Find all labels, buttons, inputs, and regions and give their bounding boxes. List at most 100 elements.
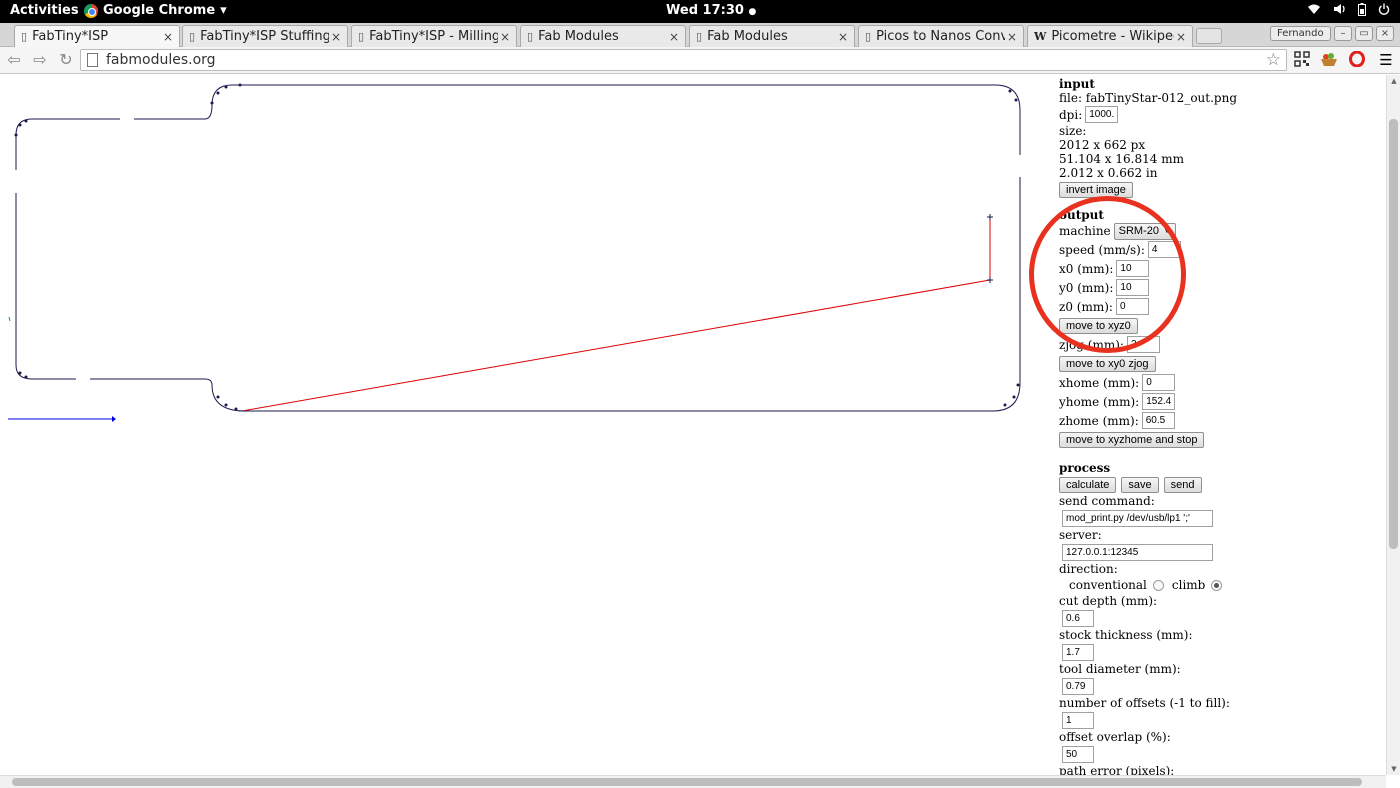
qr-code-extension-icon[interactable]	[1293, 51, 1311, 69]
scroll-up-arrow-icon[interactable]: ▲	[1389, 77, 1399, 85]
profile-button[interactable]: Fernando	[1270, 26, 1331, 41]
maximize-button[interactable]: ▭	[1355, 26, 1373, 41]
horizontal-scrollbar[interactable]	[0, 775, 1386, 788]
offsets-input[interactable]	[1062, 711, 1094, 729]
send-command-input[interactable]	[1062, 509, 1213, 527]
tab-title: FabTiny*ISP Stuffing	[200, 29, 329, 44]
move-to-xy0-zjog-button[interactable]: move to xy0 zjog	[1059, 355, 1156, 372]
x0-input[interactable]	[1116, 260, 1150, 277]
gnome-top-bar: Activities Google Chrome ▾ Wed 17:30 ●	[0, 0, 1400, 23]
file-label: file: fabTinyStar-012_out.png	[1059, 91, 1238, 105]
zhome-row: zhome (mm):	[1059, 411, 1379, 430]
move-to-xyz0-button[interactable]: move to xyz0	[1059, 317, 1138, 334]
wikipedia-icon: W	[1034, 30, 1047, 43]
tab-close-icon[interactable]: ×	[329, 30, 343, 44]
url-text: fabmodules.org	[106, 52, 216, 68]
tab-fabtiny-isp[interactable]: ▯ FabTiny*ISP ×	[14, 25, 180, 47]
menu-icon[interactable]: ☰	[1377, 51, 1395, 69]
machine-value: SRM-20	[1118, 225, 1159, 237]
tab-close-icon[interactable]: ×	[498, 30, 512, 44]
yhome-input[interactable]	[1142, 393, 1176, 410]
vertical-scrollbar[interactable]: ▲ ▼	[1386, 75, 1400, 775]
process-buttons: calculate save send	[1059, 475, 1379, 494]
zhome-input[interactable]	[1141, 412, 1175, 429]
speed-label: speed (mm/s):	[1059, 242, 1145, 257]
move-to-xyzhome-button[interactable]: move to xyzhome and stop	[1059, 431, 1205, 448]
wifi-icon	[1307, 3, 1321, 19]
clock-text: Wed 17:30	[666, 3, 744, 18]
fab-modules-panel: input file: fabTinyStar-012_out.png dpi:…	[1059, 77, 1379, 775]
tab-picos-to-nanos[interactable]: ▯ Picos to Nanos Conv ×	[858, 25, 1024, 47]
page-info-icon[interactable]	[87, 53, 98, 67]
tab-strip: ▯ FabTiny*ISP × ▯ FabTiny*ISP Stuffing ×…	[0, 23, 1400, 47]
zjog-input[interactable]	[1126, 336, 1160, 353]
back-icon[interactable]: ⇦	[4, 50, 24, 70]
tab-close-icon[interactable]: ×	[161, 30, 175, 44]
system-tray[interactable]	[1307, 3, 1390, 19]
calculate-button[interactable]: calculate	[1059, 476, 1117, 493]
tab-fabtiny-isp-stuffing[interactable]: ▯ FabTiny*ISP Stuffing ×	[182, 25, 348, 47]
page-icon: ▯	[358, 30, 365, 43]
yhome-label: yhome (mm):	[1059, 394, 1140, 409]
page-icon: ▯	[189, 30, 196, 43]
tab-fab-modules-1[interactable]: ▯ Fab Modules ×	[520, 25, 686, 47]
horizontal-scrollbar-thumb[interactable]	[12, 778, 1362, 786]
toolpath-canvas	[8, 83, 1021, 422]
activities-button[interactable]: Activities	[10, 3, 79, 18]
tab-close-icon[interactable]: ×	[1005, 30, 1019, 44]
tab-title: Fab Modules	[538, 29, 619, 44]
offset-overlap-input[interactable]	[1062, 745, 1094, 763]
server-input[interactable]	[1062, 543, 1213, 561]
close-window-button[interactable]: ×	[1376, 26, 1394, 41]
y0-row: y0 (mm):	[1059, 278, 1379, 297]
vertical-scrollbar-thumb[interactable]	[1389, 119, 1398, 549]
tab-close-icon[interactable]: ×	[1174, 30, 1188, 44]
rapid-move-line	[241, 279, 991, 412]
climb-radio[interactable]	[1211, 579, 1223, 591]
tab-title: FabTiny*ISP - Milling	[369, 29, 498, 44]
tab-fab-modules-2[interactable]: ▯ Fab Modules ×	[689, 25, 855, 47]
scroll-down-arrow-icon[interactable]: ▼	[1389, 765, 1399, 773]
tab-close-icon[interactable]: ×	[836, 30, 850, 44]
rapid-move-markers	[239, 214, 993, 412]
battery-icon	[1358, 3, 1366, 19]
tab-picometre-wikipedia[interactable]: W Picometre - Wikipedi ×	[1027, 25, 1193, 47]
forward-icon[interactable]: ⇨	[30, 50, 50, 70]
page-icon: ▯	[865, 30, 872, 43]
opera-extension-icon[interactable]	[1348, 50, 1366, 69]
y0-input[interactable]	[1116, 279, 1150, 296]
machine-select[interactable]: SRM-20 ▼	[1113, 222, 1176, 240]
tab-close-icon[interactable]: ×	[667, 30, 681, 44]
yhome-row: yhome (mm):	[1059, 392, 1379, 411]
zhome-label: zhome (mm):	[1059, 413, 1139, 428]
xhome-input[interactable]	[1142, 374, 1176, 391]
invert-image-button[interactable]: invert image	[1059, 181, 1133, 198]
tab-fabtiny-isp-milling[interactable]: ▯ FabTiny*ISP - Milling ×	[351, 25, 517, 47]
app-name: Google Chrome	[103, 3, 216, 18]
cut-depth-input[interactable]	[1062, 609, 1094, 627]
app-menu[interactable]: Google Chrome ▾	[84, 3, 227, 18]
process-section-title: process	[1059, 461, 1111, 475]
dpi-input[interactable]	[1085, 106, 1119, 123]
x-axis-arrow-icon	[112, 416, 116, 422]
reload-icon[interactable]: ↻	[56, 50, 76, 70]
z0-input[interactable]	[1115, 298, 1149, 315]
machine-label: machine	[1059, 224, 1111, 238]
minimize-button[interactable]: –	[1334, 26, 1352, 41]
tab-title: FabTiny*ISP	[32, 29, 109, 44]
y-axis-indicator	[8, 316, 11, 322]
tab-title: Picos to Nanos Conv	[876, 29, 1005, 44]
browser-toolbar: ⇦ ⇨ ↻ fabmodules.org ☆ ☰	[0, 47, 1400, 74]
speed-input[interactable]	[1147, 241, 1181, 258]
fruit-basket-extension-icon[interactable]	[1320, 51, 1338, 69]
address-bar[interactable]: fabmodules.org ☆	[80, 49, 1287, 71]
stock-thickness-input[interactable]	[1062, 643, 1094, 661]
tool-diameter-input[interactable]	[1062, 677, 1094, 695]
bookmark-star-icon[interactable]: ☆	[1266, 50, 1281, 70]
clock[interactable]: Wed 17:30 ●	[666, 3, 756, 18]
new-tab-button[interactable]	[1196, 28, 1222, 44]
conventional-radio[interactable]	[1152, 579, 1164, 591]
save-button[interactable]: save	[1121, 476, 1159, 493]
send-button[interactable]: send	[1163, 476, 1202, 493]
machine-row: machine SRM-20 ▼	[1059, 222, 1379, 240]
